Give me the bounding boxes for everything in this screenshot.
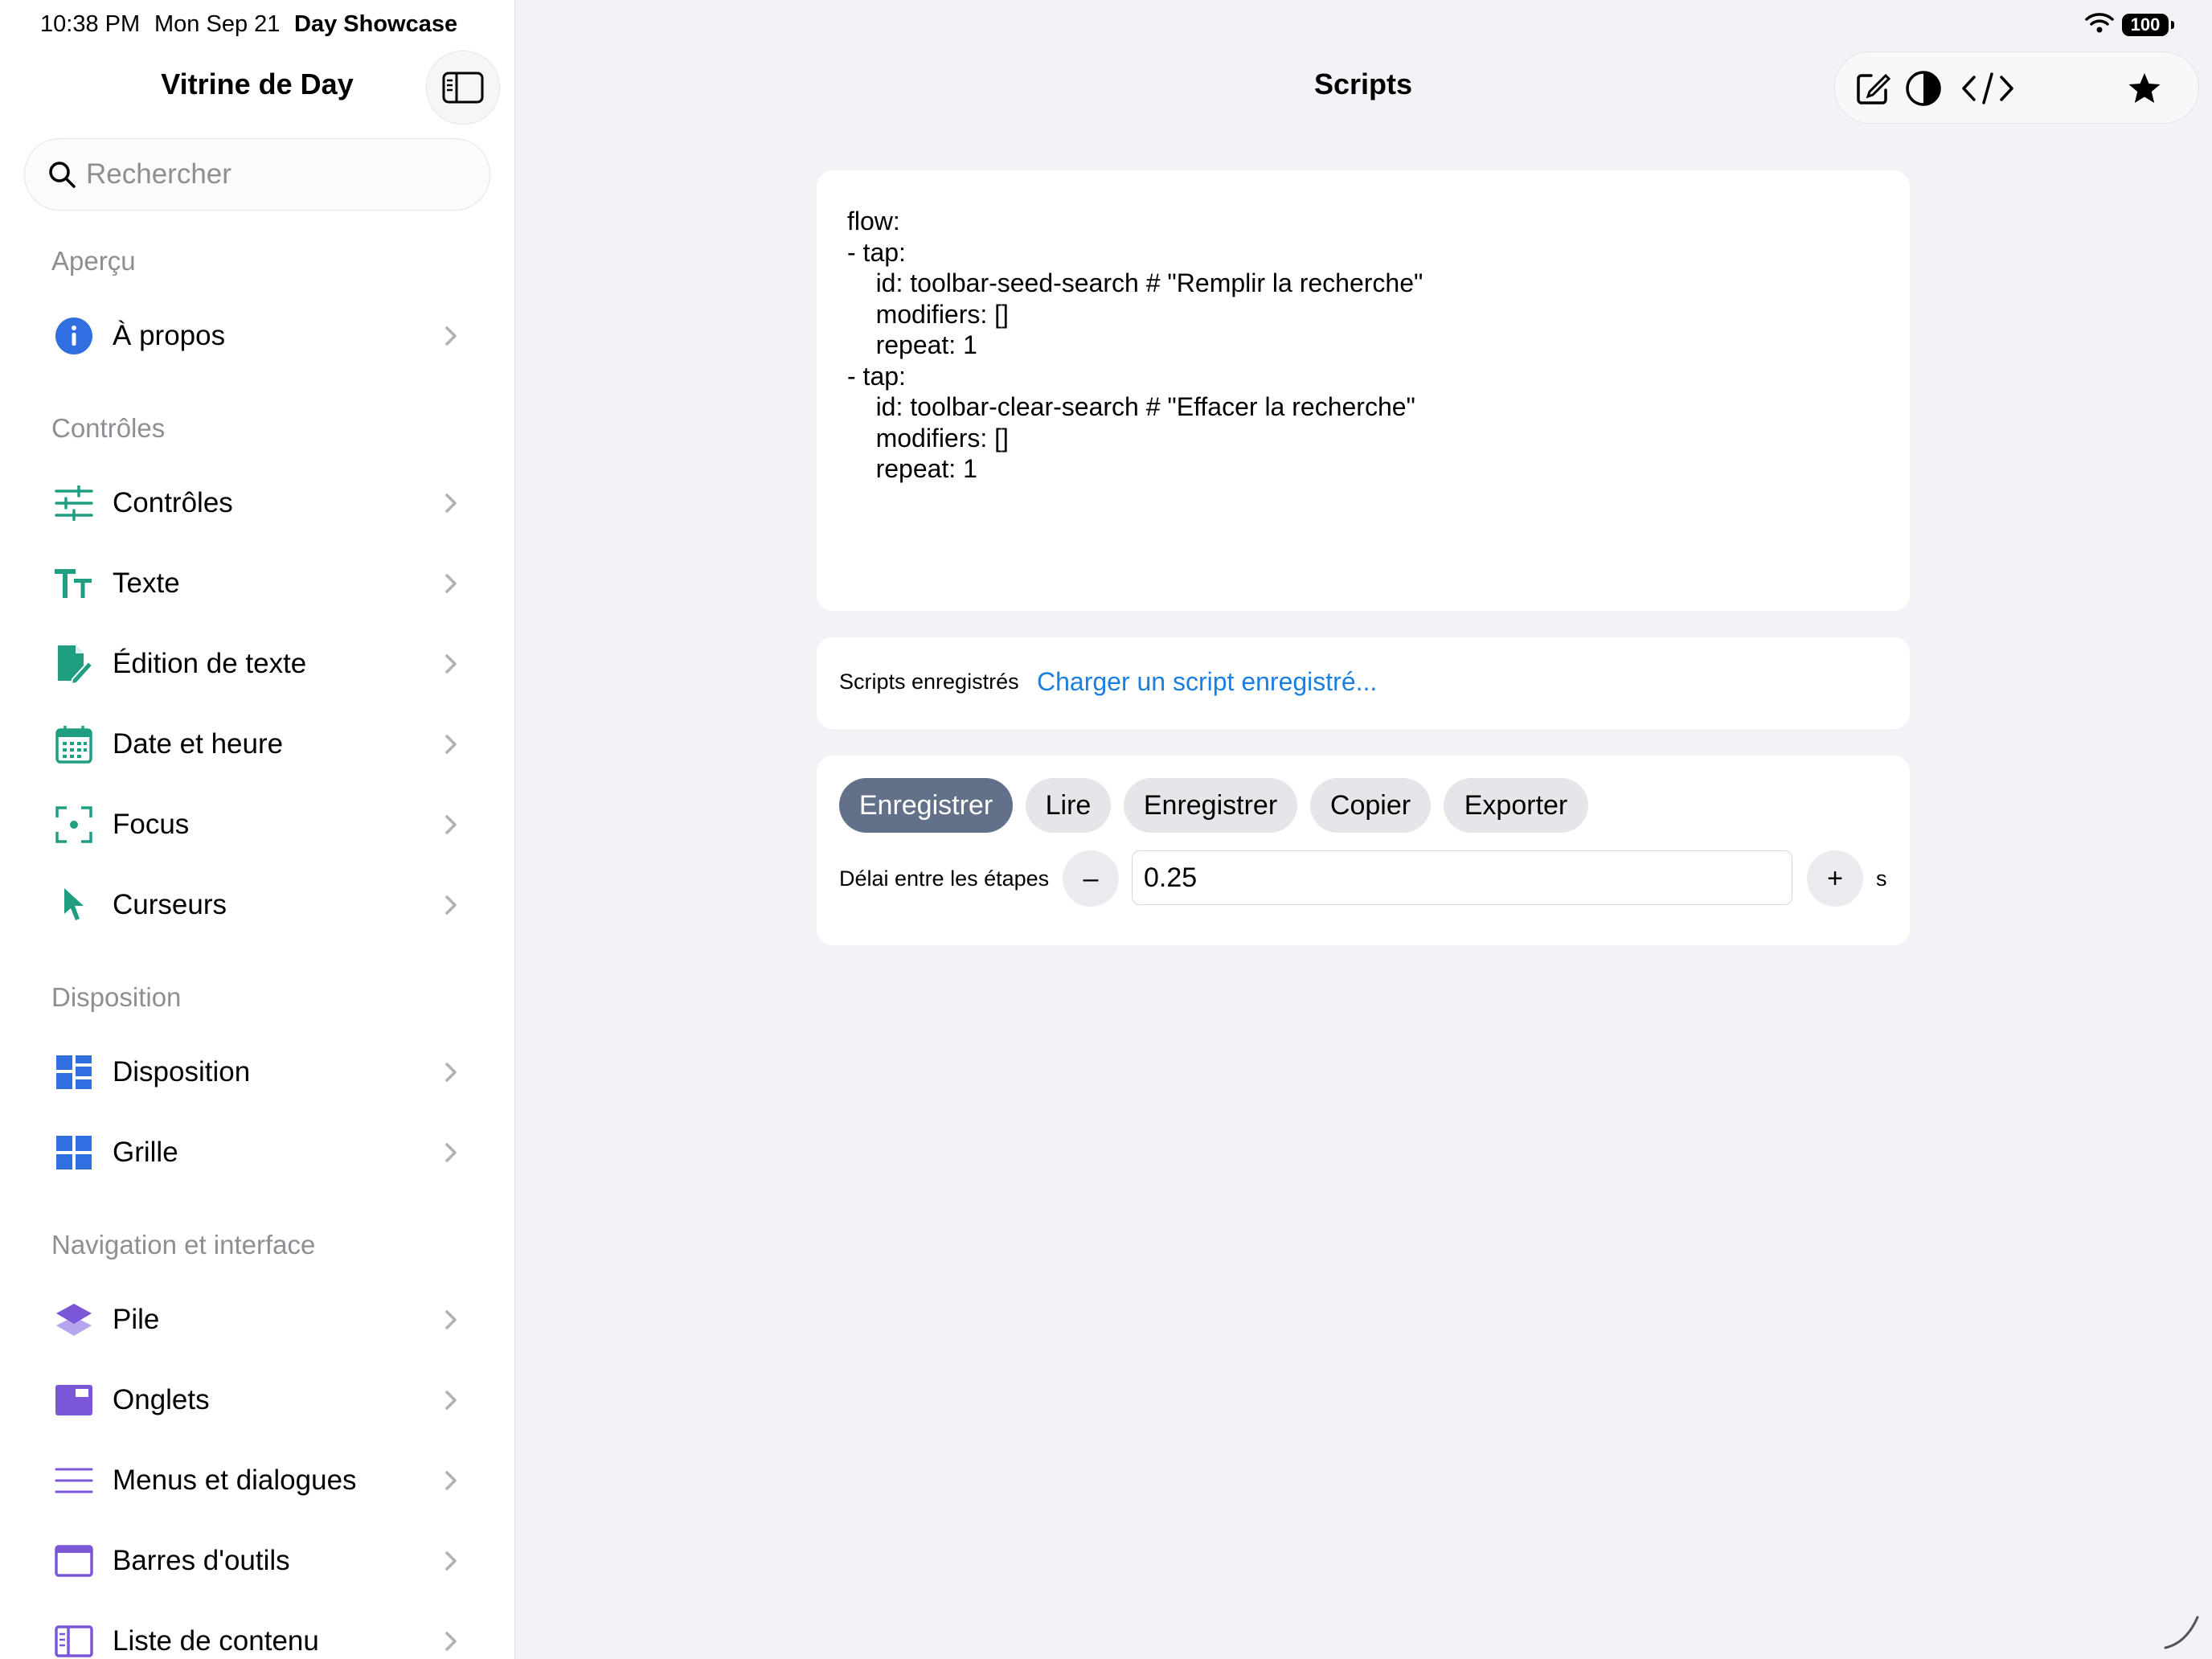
section-header-navigation: Navigation et interface bbox=[51, 1230, 316, 1260]
sidebar-item-label: Menus et dialogues bbox=[113, 1464, 357, 1496]
sidebar-item-texte[interactable]: Texte bbox=[0, 547, 514, 620]
favorite-button[interactable] bbox=[2124, 68, 2165, 109]
chevron-right-icon bbox=[444, 1061, 458, 1083]
text-size-icon bbox=[51, 561, 96, 606]
toolbar-icon bbox=[51, 1538, 96, 1583]
script-editor[interactable]: flow: - tap: id: toolbar-seed-search # "… bbox=[817, 170, 1910, 611]
record-button[interactable]: Enregistrer bbox=[839, 778, 1013, 833]
sidebar-item-label: Disposition bbox=[113, 1056, 251, 1088]
calendar-icon bbox=[51, 722, 96, 767]
battery-indicator: 100 bbox=[2122, 13, 2174, 36]
sidebar-item-menus-et-dialogues[interactable]: Menus et dialogues bbox=[0, 1444, 514, 1517]
sidebar-item-label: Contrôles bbox=[113, 487, 233, 518]
delay-label: Délai entre les étapes bbox=[839, 866, 1050, 891]
sidebar-item-focus[interactable]: Focus bbox=[0, 789, 514, 861]
chevron-right-icon bbox=[444, 492, 458, 514]
appearance-button[interactable] bbox=[1903, 68, 1944, 109]
sidebar-item-label: Pile bbox=[113, 1304, 160, 1335]
stack-icon bbox=[51, 1297, 96, 1342]
chevron-right-icon bbox=[444, 1469, 458, 1492]
copy-button[interactable]: Copier bbox=[1310, 778, 1431, 833]
status-date: Mon Sep 21 bbox=[154, 11, 281, 37]
saved-scripts-label: Scripts enregistrés bbox=[839, 670, 1019, 694]
sidebar-item-pile[interactable]: Pile bbox=[0, 1284, 514, 1356]
chevron-right-icon bbox=[444, 572, 458, 595]
section-header-apercu: Aperçu bbox=[51, 246, 136, 276]
status-indicators: 100 bbox=[2085, 11, 2174, 38]
sidebar-item-edition-de-texte[interactable]: Édition de texte bbox=[0, 628, 514, 700]
tabs-icon bbox=[51, 1378, 96, 1423]
chevron-right-icon bbox=[444, 733, 458, 756]
chevron-right-icon bbox=[444, 325, 458, 347]
code-icon bbox=[1962, 72, 2013, 104]
cursor-icon bbox=[51, 883, 96, 928]
chevron-right-icon bbox=[444, 894, 458, 916]
sidebar-item-label: Édition de texte bbox=[113, 648, 307, 679]
sidebar-item-label: Barres d'outils bbox=[113, 1545, 290, 1576]
sidebar-item-a-propos[interactable]: À propos bbox=[0, 300, 514, 372]
document-edit-icon bbox=[51, 641, 96, 686]
toolbar bbox=[1834, 51, 2199, 124]
sidebar-item-onglets[interactable]: Onglets bbox=[0, 1364, 514, 1436]
sidebar-item-curseurs[interactable]: Curseurs bbox=[0, 869, 514, 941]
section-header-controles: Contrôles bbox=[51, 413, 166, 443]
sidebar-item-label: À propos bbox=[113, 320, 226, 351]
wifi-icon bbox=[2085, 11, 2114, 38]
sidebar-item-label: Texte bbox=[113, 567, 180, 599]
sidebar-item-liste-de-contenu[interactable]: Liste de contenu bbox=[0, 1605, 514, 1659]
sidebar-item-label: Grille bbox=[113, 1137, 178, 1168]
sidebar-toggle-icon bbox=[442, 72, 484, 104]
search-input[interactable] bbox=[84, 158, 473, 191]
save-button[interactable]: Enregistrer bbox=[1124, 778, 1297, 833]
sidebar-item-label: Date et heure bbox=[113, 728, 284, 760]
sidebar-item-label: Onglets bbox=[113, 1384, 210, 1415]
section-header-disposition: Disposition bbox=[51, 982, 182, 1012]
delay-unit-label: s bbox=[1876, 866, 1887, 891]
compose-button[interactable] bbox=[1853, 68, 1893, 109]
sidebar-item-date-et-heure[interactable]: Date et heure bbox=[0, 708, 514, 780]
sidebar-item-barres-d-outils[interactable]: Barres d'outils bbox=[0, 1525, 514, 1597]
sidebar-item-label: Focus bbox=[113, 809, 190, 840]
script-text[interactable]: flow: - tap: id: toolbar-seed-search # "… bbox=[847, 206, 1423, 485]
sidebar-item-label: Curseurs bbox=[113, 889, 227, 920]
chevron-right-icon bbox=[444, 1389, 458, 1411]
status-app-name: Day Showcase bbox=[294, 11, 458, 37]
load-saved-script-link[interactable]: Charger un script enregistré... bbox=[1037, 667, 1377, 697]
sidebar-item-grille[interactable]: Grille bbox=[0, 1116, 514, 1189]
chevron-right-icon bbox=[444, 653, 458, 675]
export-button[interactable]: Exporter bbox=[1444, 778, 1588, 833]
compose-icon bbox=[1857, 73, 1890, 104]
sidebar-item-label: Liste de contenu bbox=[113, 1625, 319, 1657]
search-icon bbox=[47, 160, 76, 189]
sliders-icon bbox=[51, 481, 96, 526]
increment-button[interactable]: + bbox=[1807, 850, 1863, 907]
chevron-right-icon bbox=[444, 1141, 458, 1164]
chevron-right-icon bbox=[444, 813, 458, 836]
chevron-right-icon bbox=[444, 1630, 458, 1653]
code-button[interactable] bbox=[1956, 68, 2020, 109]
info-icon bbox=[51, 313, 96, 358]
menu-icon bbox=[51, 1458, 96, 1503]
delay-input[interactable] bbox=[1132, 850, 1792, 905]
sidebar-item-controles[interactable]: Contrôles bbox=[0, 467, 514, 539]
star-icon bbox=[2128, 73, 2161, 103]
decrement-button[interactable]: – bbox=[1063, 850, 1119, 907]
focus-icon bbox=[51, 802, 96, 847]
layout-icon bbox=[51, 1050, 96, 1095]
sidebar-item-disposition[interactable]: Disposition bbox=[0, 1036, 514, 1108]
sidebar: Vitrine de Day Aperçu bbox=[0, 0, 515, 1659]
app-root: Vitrine de Day Aperçu bbox=[0, 0, 2212, 1659]
contrast-icon bbox=[1906, 71, 1941, 106]
search-field[interactable] bbox=[24, 138, 490, 211]
sidebar-toggle-button[interactable] bbox=[426, 51, 500, 125]
saved-scripts-row: Scripts enregistrés Charger un script en… bbox=[817, 637, 1910, 729]
status-time: 10:38 PM bbox=[40, 11, 141, 37]
pencil-scribble-icon bbox=[2162, 1611, 2202, 1655]
play-button[interactable]: Lire bbox=[1026, 778, 1111, 833]
chevron-right-icon bbox=[444, 1309, 458, 1331]
script-controls: Enregistrer Lire Enregistrer Copier Expo… bbox=[817, 756, 1910, 945]
sidebar-list-icon bbox=[51, 1619, 96, 1659]
grid-icon bbox=[51, 1130, 96, 1175]
chevron-right-icon bbox=[444, 1550, 458, 1572]
